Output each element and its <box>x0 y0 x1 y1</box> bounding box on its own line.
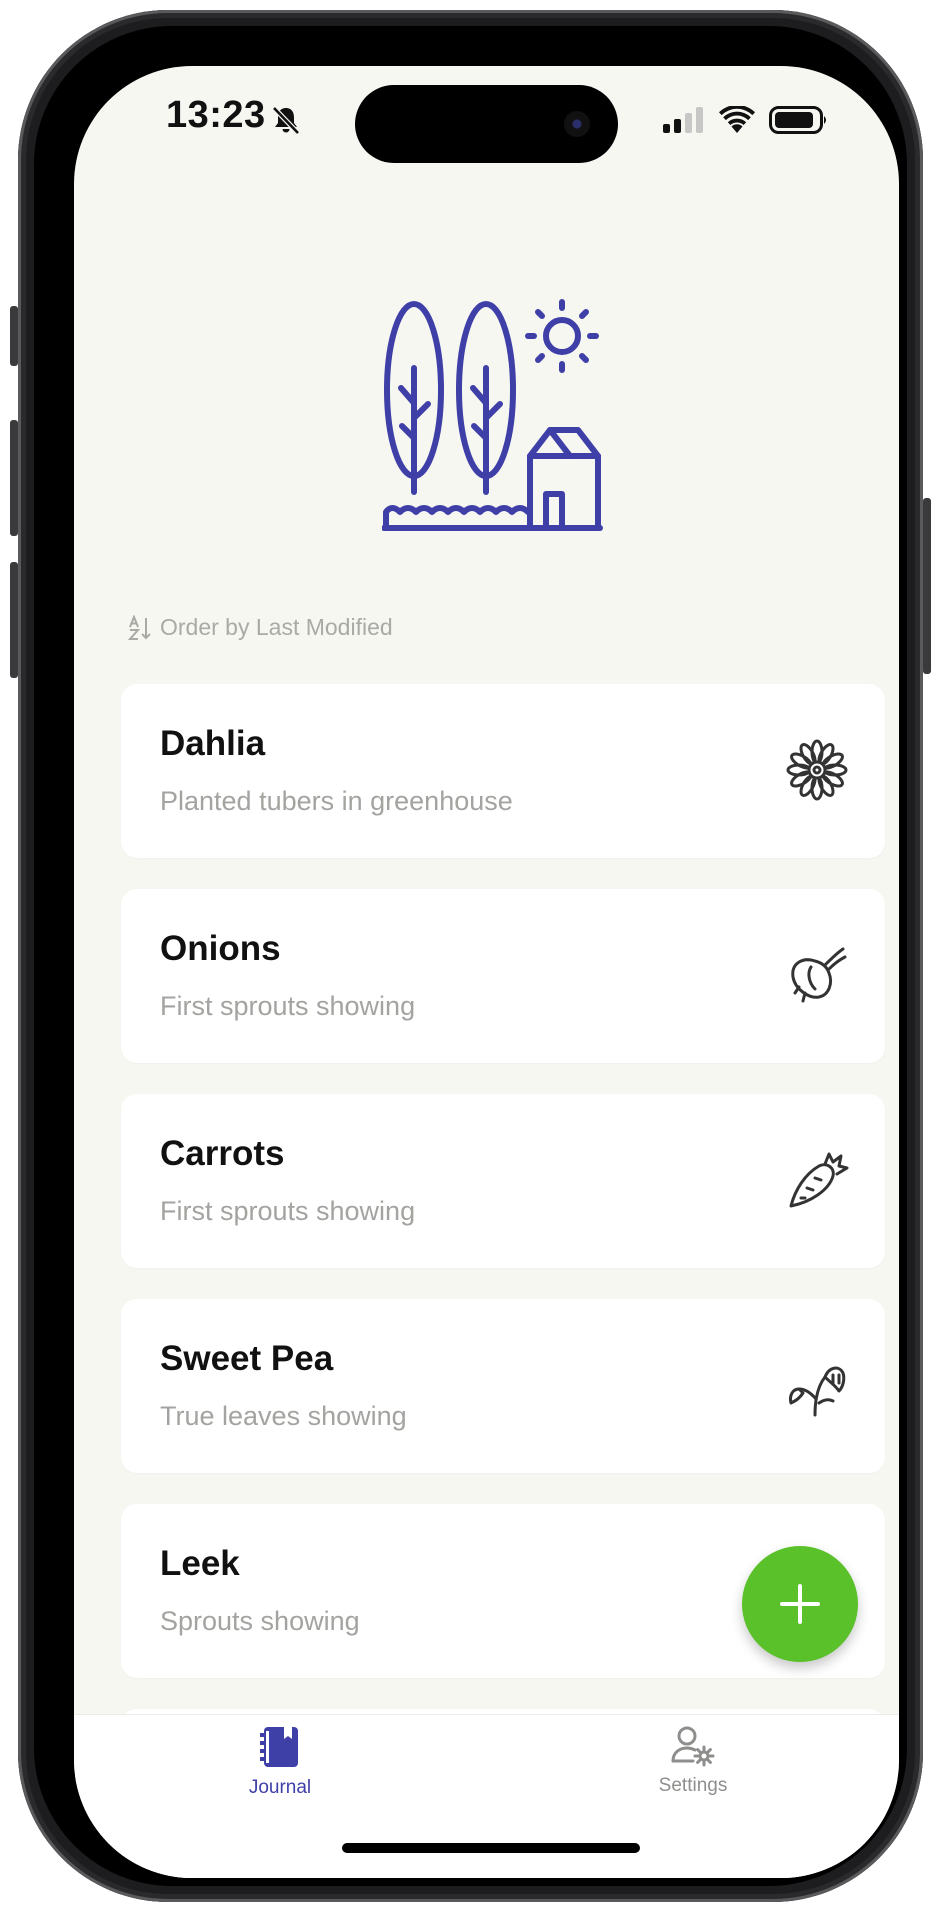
dynamic-island <box>355 85 618 163</box>
sort-button[interactable]: Order by Last Modified <box>128 614 393 641</box>
entry-title: Sweet Pea <box>160 1339 334 1378</box>
power-button <box>923 498 931 674</box>
tab-settings-label: Settings <box>658 1775 728 1796</box>
sort-az-icon <box>128 614 151 640</box>
entry-subtitle: Sprouts showing <box>160 1606 360 1636</box>
entry-title: Carrots <box>160 1134 285 1173</box>
volume-up-button <box>10 420 18 536</box>
bezel: 13:23 Order by Last Modified Dahlia Plan… <box>34 26 907 1886</box>
entry-title: Leek <box>160 1544 240 1583</box>
journal-icon <box>260 1727 298 1767</box>
status-indicators <box>663 104 829 136</box>
tab-bar: Journal Settings <box>74 1714 899 1878</box>
add-entry-button[interactable] <box>742 1546 858 1662</box>
entry-card-carrots[interactable]: Carrots First sprouts showing <box>121 1094 885 1268</box>
plus-icon <box>780 1584 820 1624</box>
wifi-icon <box>719 106 755 133</box>
entry-subtitle: First sprouts showing <box>160 1196 416 1226</box>
entry-card-dahlia[interactable]: Dahlia Planted tubers in greenhouse <box>121 684 885 858</box>
silent-bell-icon <box>272 106 300 135</box>
user-settings-icon <box>671 1726 715 1767</box>
action-button <box>10 306 18 366</box>
carrot-icon <box>789 1152 849 1208</box>
entry-subtitle: True leaves showing <box>160 1401 407 1431</box>
sweet-pea-icon <box>789 1366 846 1417</box>
phone-frame: 13:23 Order by Last Modified Dahlia Plan… <box>10 10 931 1902</box>
battery-icon <box>769 106 826 134</box>
volume-down-button <box>10 562 18 678</box>
front-camera <box>564 111 590 137</box>
entry-subtitle: Planted tubers in greenhouse <box>160 786 513 816</box>
entry-card-onions[interactable]: Onions First sprouts showing <box>121 889 885 1063</box>
tab-journal-label: Journal <box>248 1777 312 1798</box>
entry-title: Dahlia <box>160 724 266 763</box>
entry-title: Onions <box>160 929 281 968</box>
sort-label: Order by Last Modified <box>160 614 393 640</box>
garden-illustration <box>382 299 603 531</box>
home-indicator[interactable] <box>342 1843 640 1853</box>
onion-icon <box>791 947 847 1003</box>
app-screen: 13:23 Order by Last Modified Dahlia Plan… <box>74 66 899 1878</box>
entry-subtitle: First sprouts showing <box>160 991 416 1021</box>
cellular-signal-icon <box>663 107 703 133</box>
tab-settings[interactable]: Settings <box>593 1725 793 1825</box>
tab-journal[interactable]: Journal <box>180 1725 380 1825</box>
entry-card-sweet-pea[interactable]: Sweet Pea True leaves showing <box>121 1299 885 1473</box>
flower-icon <box>786 739 848 801</box>
status-time: 13:23 <box>166 94 266 136</box>
